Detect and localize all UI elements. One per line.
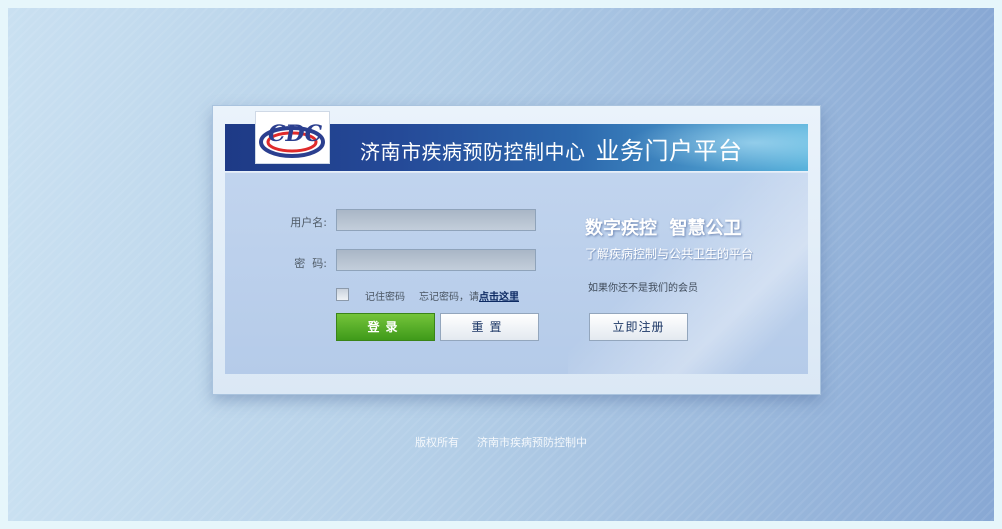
platform-name: 业务门户平台 [595, 137, 743, 165]
tagline: 了解疾病控制与公共卫生的平台 [585, 247, 754, 261]
forgot-password-link[interactable]: 点击这里 [479, 292, 519, 303]
decorative-glow [568, 173, 808, 374]
org-name: 济南市疾病预防控制中心 [360, 140, 586, 164]
logo-text: CDC [268, 121, 323, 147]
member-note: 如果你还不是我们的会员 [588, 283, 698, 294]
forgot-prefix: 忘记密码，请 [419, 292, 479, 303]
banner-title: 济南市疾病预防控制中心 业务门户平台 [360, 131, 743, 166]
login-panel: CDC 济南市疾病预防控制中心 业务门户平台 用户名: 密 码: 记住密码 忘记密… [212, 105, 821, 395]
password-input[interactable] [337, 251, 535, 271]
remember-checkbox[interactable] [336, 288, 349, 301]
copyright-text: 版权所有 [415, 436, 459, 449]
password-label: 密 码: [294, 257, 327, 270]
login-body: 用户名: 密 码: 记住密码 忘记密码，请点击这里 登录 重置 数字疾控 智慧公… [225, 172, 808, 374]
reset-button[interactable]: 重置 [440, 313, 539, 341]
cdc-logo: CDC [255, 111, 330, 164]
username-input[interactable] [337, 211, 535, 231]
forgot-text: 忘记密码，请点击这里 [419, 288, 519, 303]
remember-label: 记住密码 [365, 292, 405, 303]
username-label: 用户名: [290, 216, 327, 229]
register-button[interactable]: 立即注册 [589, 313, 688, 341]
page-background: CDC 济南市疾病预防控制中心 业务门户平台 用户名: 密 码: 记住密码 忘记密… [8, 8, 994, 521]
footer: 版权所有 济南市疾病预防控制中 [8, 434, 994, 450]
slogan: 数字疾控 智慧公卫 [585, 218, 742, 239]
password-field[interactable] [336, 249, 536, 271]
login-button[interactable]: 登录 [336, 313, 435, 341]
footer-org: 济南市疾病预防控制中 [477, 436, 587, 449]
username-field[interactable] [336, 209, 536, 231]
